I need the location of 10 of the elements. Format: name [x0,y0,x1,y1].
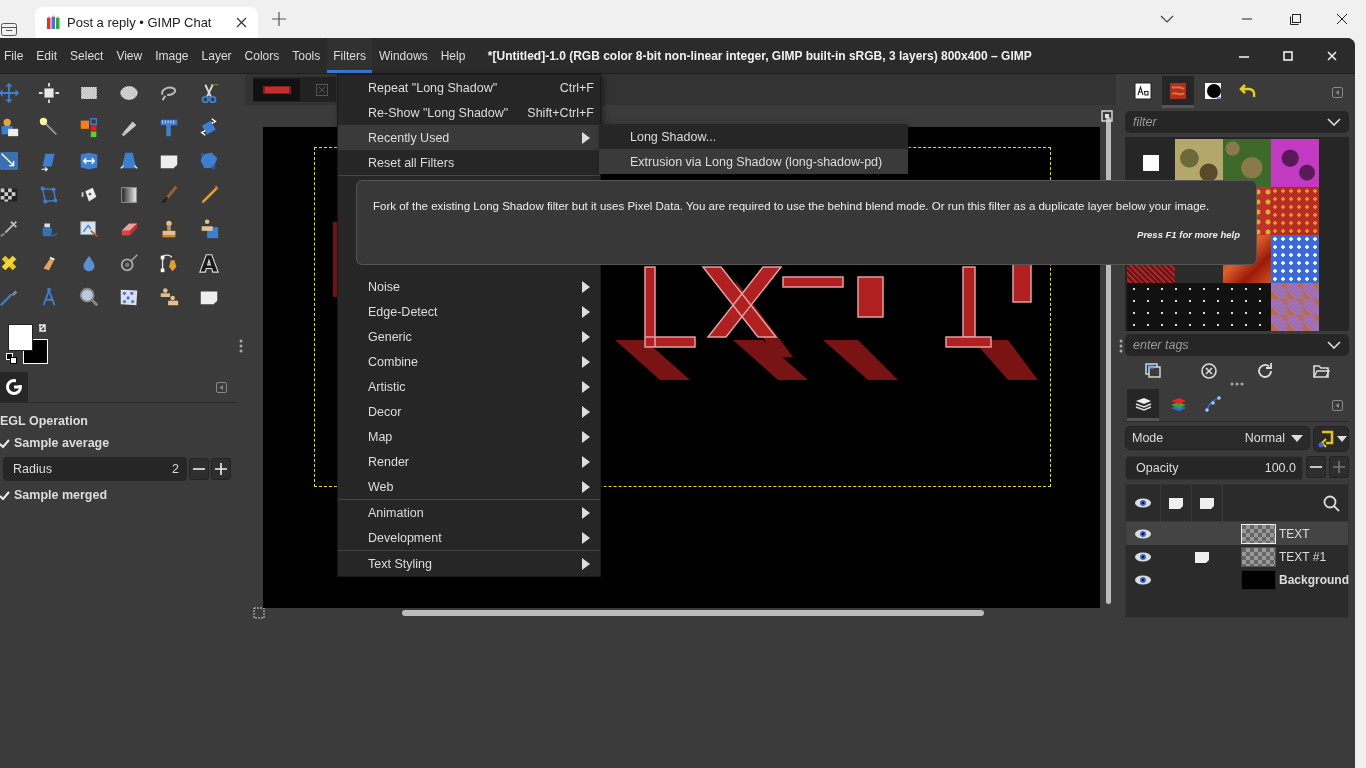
window-title: *[Untitled]-1.0 (RGB color 8-bit non-linear integer, GIMP built-in sRGB, 3 layers) 800x400 – GIMP [487,48,1032,63]
checkbox-label: Sample average [14,436,110,450]
panel-title: EGL Operation [0,414,89,428]
tooltip-text: Fork of the existing Long Shadow filter but it uses Pixel Data. You are required to use the behind blend mode. Or run this filter as a duplicate layer below your image. [373,199,1211,214]
layer-name: TEXT #1 [1279,549,1327,564]
checkbox-label: Sample merged [14,488,108,502]
layer-name: TEXT [1279,526,1310,541]
tab-title: Post a reply • GIMP Chat [67,15,212,30]
tooltip-hint: Press F1 for more help [1137,229,1240,240]
layer-name: Background [1279,572,1349,587]
